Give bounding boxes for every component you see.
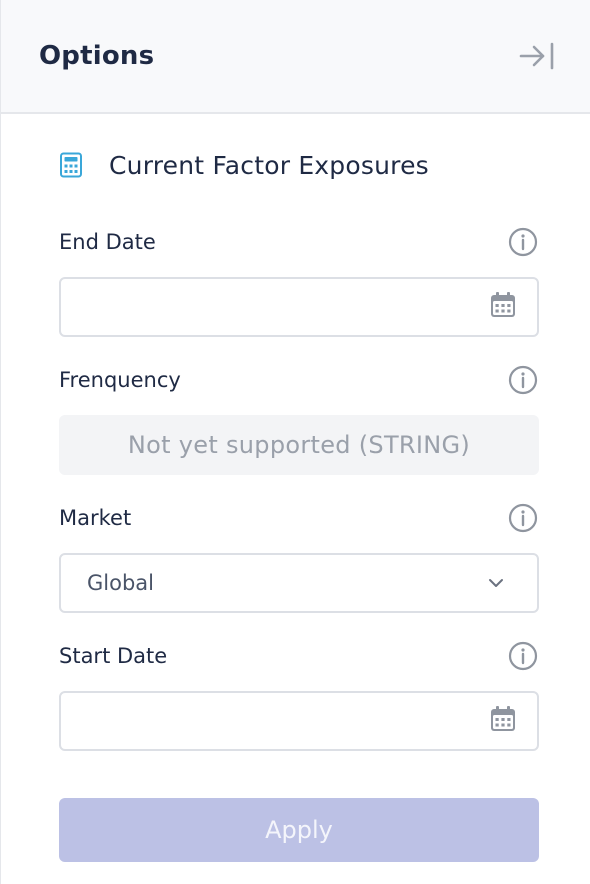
apply-button[interactable]: Apply	[59, 798, 539, 862]
frequency-label: Frenquency	[59, 368, 181, 392]
market-select[interactable]: Global	[59, 553, 539, 613]
calendar-icon[interactable]	[489, 705, 517, 737]
section-title: Current Factor Exposures	[109, 150, 429, 180]
frequency-field: Frenquency Not yet supported (STRING)	[59, 363, 539, 475]
info-icon[interactable]	[507, 226, 539, 258]
market-label: Market	[59, 506, 132, 530]
info-icon[interactable]	[507, 640, 539, 672]
info-icon[interactable]	[507, 364, 539, 396]
start-date-input[interactable]	[59, 691, 539, 751]
page-title: Options	[39, 41, 155, 71]
info-icon[interactable]	[507, 502, 539, 534]
end-date-label: End Date	[59, 230, 156, 254]
chevron-down-icon	[487, 574, 505, 593]
start-date-label: Start Date	[59, 644, 168, 668]
calculator-icon	[59, 152, 83, 178]
calendar-icon[interactable]	[489, 291, 517, 323]
market-selected-value: Global	[87, 571, 154, 595]
end-date-input[interactable]	[59, 277, 539, 337]
market-field: Market Global	[59, 501, 539, 613]
frequency-unsupported-box: Not yet supported (STRING)	[59, 415, 539, 475]
start-date-field: Start Date	[59, 639, 539, 751]
options-panel: Options Current Factor Exposures End Dat…	[0, 0, 590, 884]
section-header: Current Factor Exposures	[59, 150, 590, 180]
options-header: Options	[1, 0, 590, 114]
collapse-right-icon	[519, 42, 554, 70]
end-date-field: End Date	[59, 225, 539, 337]
collapse-panel-button[interactable]	[518, 41, 556, 71]
